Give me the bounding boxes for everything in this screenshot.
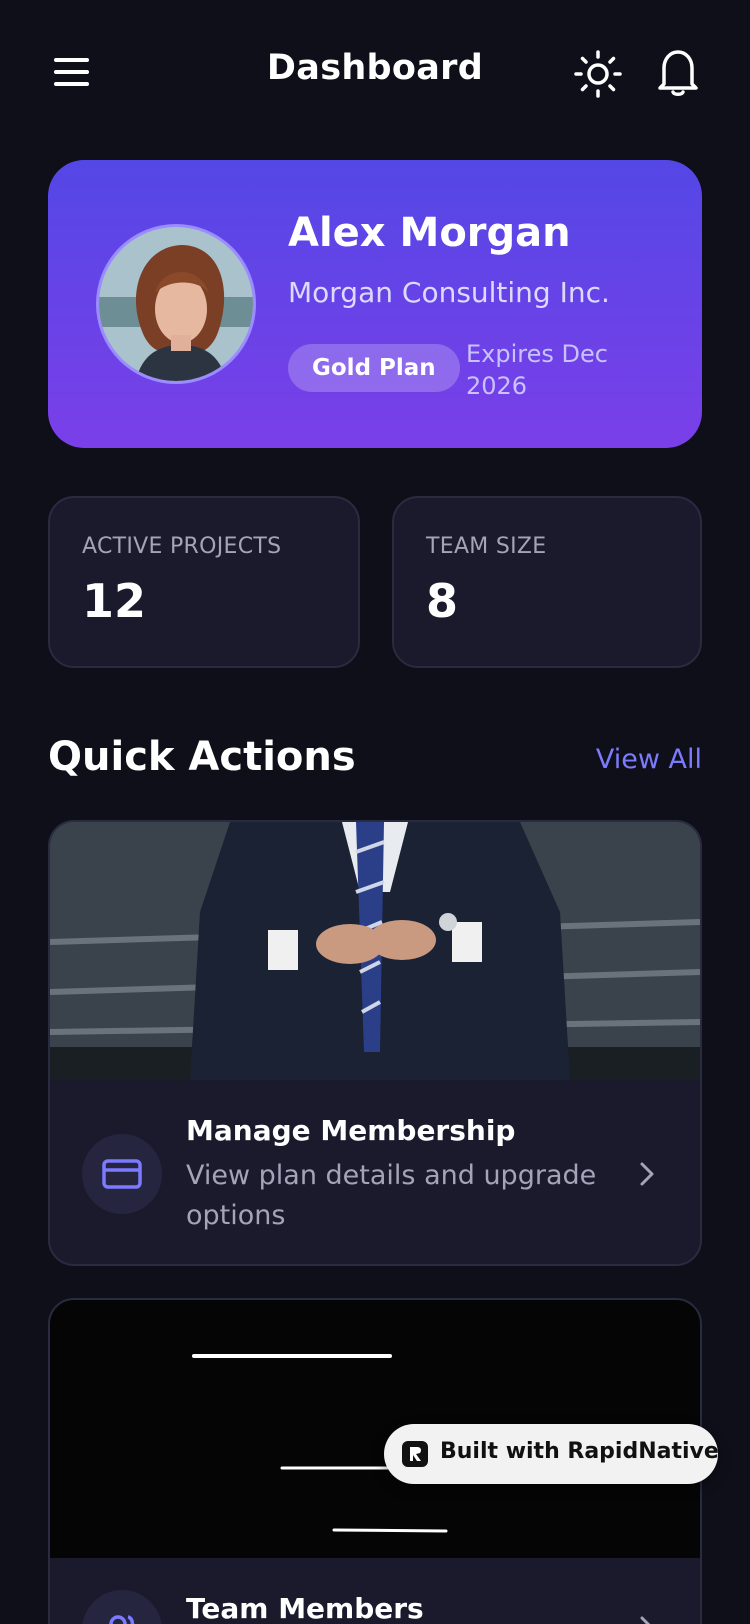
credit-card-icon — [102, 1159, 142, 1189]
users-icon — [109, 1615, 135, 1624]
stat-card-active-projects[interactable]: ACTIVE PROJECTS 12 — [48, 496, 360, 668]
action-card-manage-membership[interactable]: Manage Membership View plan details and … — [48, 820, 702, 1266]
stat-value: 12 — [82, 574, 147, 628]
section-title: Quick Actions — [48, 734, 356, 780]
action-image-businessman — [50, 822, 700, 1080]
stat-card-team-size[interactable]: TEAM SIZE 8 — [392, 496, 702, 668]
bell-icon[interactable] — [654, 46, 702, 98]
app-header: Dashboard — [0, 0, 750, 150]
chevron-right-icon — [640, 1162, 654, 1186]
action-title: Manage Membership — [186, 1114, 516, 1147]
action-icon-container — [82, 1590, 162, 1624]
profile-card[interactable]: Alex Morgan Morgan Consulting Inc. Gold … — [48, 160, 702, 448]
dashboard-screen: Dashboard Alex Morgan Morgan Consulting … — [0, 0, 750, 1624]
chevron-right-icon — [640, 1616, 651, 1624]
avatar — [96, 224, 256, 384]
built-with-text: Built with RapidNative — [440, 1439, 719, 1464]
plan-expiry: Expires Dec 2026 — [466, 340, 608, 400]
profile-name: Alex Morgan — [288, 210, 571, 256]
action-title: Team Members — [186, 1592, 424, 1624]
plan-badge: Gold Plan — [288, 344, 460, 392]
built-with-badge[interactable]: Built with RapidNative — [384, 1424, 719, 1484]
stat-label: ACTIVE PROJECTS — [82, 534, 282, 559]
stat-value: 8 — [426, 574, 459, 628]
sun-icon[interactable] — [574, 50, 622, 98]
rapidnative-logo-icon — [402, 1441, 428, 1467]
page-title: Dashboard — [266, 48, 484, 88]
action-icon-container — [82, 1134, 162, 1214]
company-name: Morgan Consulting Inc. — [288, 276, 610, 309]
view-all-link[interactable]: View All — [596, 744, 702, 775]
action-description: View plan details and upgrade options — [186, 1160, 597, 1231]
stat-label: TEAM SIZE — [426, 534, 547, 559]
